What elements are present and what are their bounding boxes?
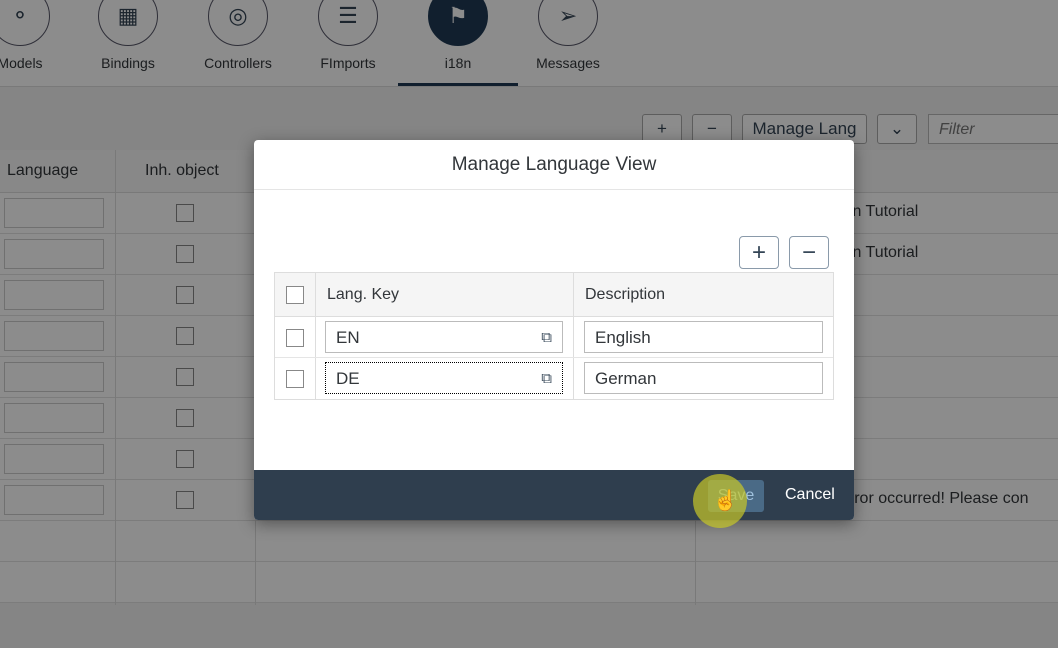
language-table-header: Lang. Key Description xyxy=(275,273,833,317)
manage-language-dialog: Manage Language View + − Lang. Key Descr… xyxy=(254,140,854,520)
lang-key-input[interactable]: DE ⧉ xyxy=(325,362,563,394)
column-header-description: Description xyxy=(585,286,666,303)
row-checkbox[interactable] xyxy=(286,370,304,388)
lang-key-value: DE xyxy=(336,369,360,388)
cancel-button[interactable]: Cancel xyxy=(785,486,835,504)
description-input[interactable]: German xyxy=(584,362,823,394)
language-table: Lang. Key Description EN ⧉ English DE ⧉ Ge… xyxy=(274,272,834,400)
dialog-remove-button[interactable]: − xyxy=(789,236,829,269)
language-row: EN ⧉ English xyxy=(275,317,833,358)
description-input[interactable]: English xyxy=(584,321,823,353)
value-help-icon[interactable]: ⧉ xyxy=(541,370,552,387)
row-checkbox[interactable] xyxy=(286,329,304,347)
lang-key-input[interactable]: EN ⧉ xyxy=(325,321,563,353)
value-help-icon[interactable]: ⧉ xyxy=(541,329,552,346)
dialog-footer: Save Cancel xyxy=(254,470,854,520)
hand-cursor-icon: ☝ xyxy=(713,490,738,512)
column-header-lang-key: Lang. Key xyxy=(327,286,400,303)
lang-key-value: EN xyxy=(336,328,360,347)
language-row: DE ⧉ German xyxy=(275,358,833,399)
dialog-add-button[interactable]: + xyxy=(739,236,779,269)
dialog-title: Manage Language View xyxy=(254,140,854,190)
select-all-checkbox[interactable] xyxy=(286,286,304,304)
